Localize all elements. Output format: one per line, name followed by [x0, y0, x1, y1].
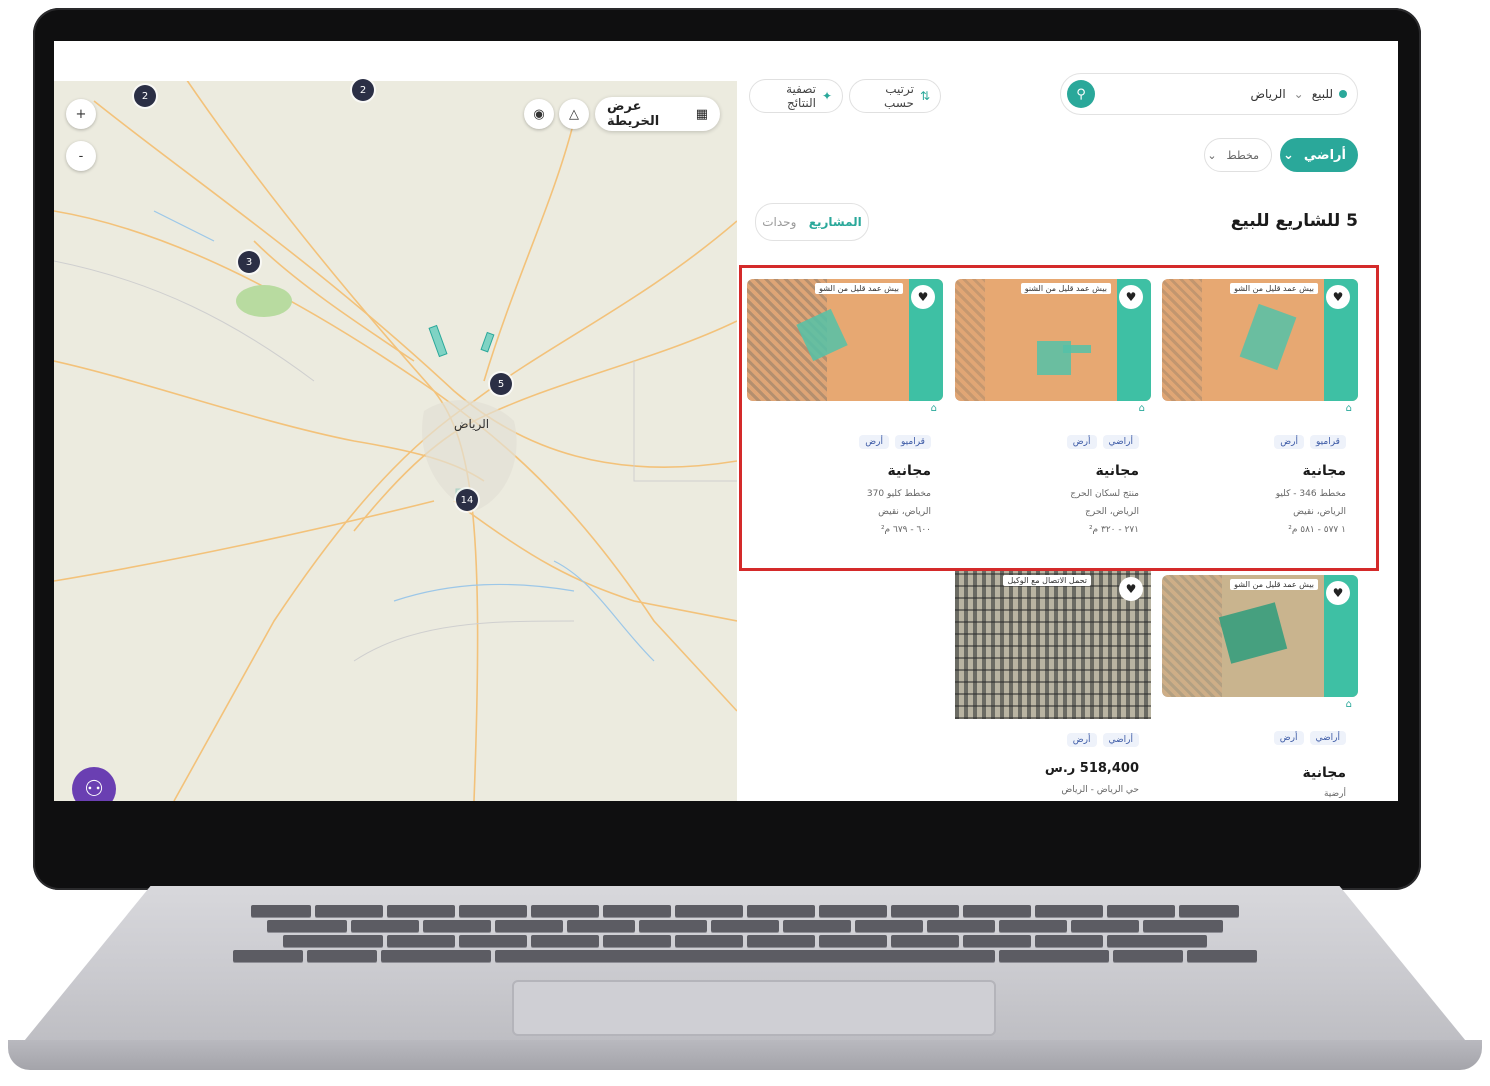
listing-location: الرياض، نقيض: [878, 507, 931, 517]
brand-logo-icon: ⌂: [1345, 403, 1352, 414]
locate-icon[interactable]: ◉: [524, 99, 554, 129]
type-chip[interactable]: أراضي ⌄: [1280, 138, 1358, 172]
zoom-in-button[interactable]: +: [66, 99, 96, 129]
listing-area: ١ ٥٧٧ - ٥٨١ م²: [1288, 525, 1346, 535]
listing-line: مخطط 346 - كليو: [1275, 489, 1346, 499]
map-view-toggle[interactable]: عرض الخريطة ▦: [595, 97, 720, 131]
listing-image: بيش عمد قليل من الشو ♥: [747, 279, 943, 401]
listing-tag: أراضي: [1309, 731, 1346, 745]
listing-price: 518,400 ر.س: [1044, 761, 1139, 776]
map-top-strip: [54, 61, 737, 81]
listing-panel: للبيع ⌄ الرياض ⚲ ⇅ ترتيب حسب ✦ تصفية الن…: [737, 41, 1398, 801]
listing-name: مجانية: [1302, 765, 1346, 781]
trackpad: [512, 980, 996, 1036]
sort-icon: ⇅: [919, 89, 930, 103]
chevron-down-icon: ⌄: [1207, 148, 1217, 162]
map-view-icon: ▦: [695, 106, 708, 122]
subtype-chip-label: مخطط: [1226, 148, 1259, 162]
type-chip-label: أراضي: [1303, 147, 1346, 163]
search-icon[interactable]: ⚲: [1067, 80, 1095, 108]
listing-tag: أرض: [859, 435, 890, 449]
listing-card[interactable]: بيش عمد قليل من الشو ♥ ⌂ أراضي أرض مجاني…: [1162, 575, 1358, 801]
listing-tag: أرض: [1066, 733, 1097, 747]
listing-location: الرياض، نقيض: [1293, 507, 1346, 517]
search-bar[interactable]: للبيع ⌄ الرياض ⚲: [1060, 73, 1358, 115]
listing-line: أرضية: [1323, 789, 1346, 799]
sort-label: ترتيب حسب: [884, 82, 914, 110]
purpose-select[interactable]: للبيع: [1312, 87, 1333, 101]
listing-image: تحمل الاتصال مع الوكيل ♥: [955, 571, 1151, 719]
listing-name: مجانية: [1095, 463, 1139, 479]
listing-card[interactable]: تحمل الاتصال مع الوكيل ♥ أراضي أرض 518,4…: [955, 571, 1151, 801]
map-cluster[interactable]: 5: [490, 373, 512, 395]
keyboard: [150, 905, 1340, 975]
listing-tag: قراميو: [895, 435, 931, 449]
sort-button[interactable]: ⇅ ترتيب حسب: [849, 79, 941, 113]
listing-tag: قراميو: [1310, 435, 1346, 449]
listing-image: بيش عمد قليل من الشو ♥: [1162, 575, 1358, 697]
listing-area: ٦٠٠ - ٦٧٩ م²: [880, 525, 931, 535]
chevron-down-icon: ⌄: [1282, 147, 1294, 163]
listing-card[interactable]: بيش عمد قليل من الشو ♥ ⌂ قراميو أرض مجان…: [747, 279, 943, 549]
listing-image: بيش عمد قليل من الشنو ♥: [955, 279, 1151, 401]
map-cluster[interactable]: 2: [352, 79, 374, 101]
listing-area: ٢٧١ - ٣٢٠ م²: [1088, 525, 1139, 535]
listing-banner: تحمل الاتصال مع الوكيل: [1003, 575, 1091, 586]
compass-icon[interactable]: △: [559, 99, 589, 129]
zoom-out-button[interactable]: -: [66, 141, 96, 171]
results-title: 5 للشاريع للبيع: [1230, 211, 1358, 231]
listing-location: حي الرياض - الرياض: [1061, 785, 1139, 795]
heart-icon[interactable]: ♥: [1119, 577, 1143, 601]
listing-card[interactable]: بيش عمد قليل من الشو ♥ ⌂ قراميو أرض مجان…: [1162, 279, 1358, 549]
subtype-chip[interactable]: مخطط ⌄: [1204, 138, 1272, 172]
heart-icon[interactable]: ♥: [1326, 581, 1350, 605]
tab-units[interactable]: وحدات: [762, 215, 796, 229]
listing-banner: بيش عمد قليل من الشو: [815, 283, 903, 294]
listing-name: مجانية: [887, 463, 931, 479]
filter-button[interactable]: ✦ تصفية النتائج: [749, 79, 843, 113]
projects-units-toggle[interactable]: المشاريع وحدات: [755, 203, 869, 241]
filter-label: تصفية النتائج: [786, 82, 816, 110]
heart-icon[interactable]: ♥: [911, 285, 935, 309]
map-cluster[interactable]: 2: [134, 85, 156, 107]
screen: + - ◉ △ عرض الخريطة ▦ 2 2 3 5 14 الرياض …: [54, 41, 1398, 801]
listing-tag: أرض: [1066, 435, 1097, 449]
city-select[interactable]: الرياض: [1251, 87, 1286, 101]
listing-banner: بيش عمد قليل من الشو: [1230, 579, 1318, 590]
listing-card[interactable]: بيش عمد قليل من الشنو ♥ ⌂ أراضي أرض مجان…: [955, 279, 1151, 549]
map-cluster[interactable]: 14: [456, 489, 478, 511]
heart-icon[interactable]: ♥: [1119, 285, 1143, 309]
purpose-dot-icon: [1339, 90, 1347, 98]
tab-projects[interactable]: المشاريع: [809, 215, 862, 229]
listing-location: الرياض، الحرج: [1085, 507, 1139, 517]
heart-icon[interactable]: ♥: [1326, 285, 1350, 309]
map[interactable]: + - ◉ △ عرض الخريطة ▦ 2 2 3 5 14 الرياض …: [54, 61, 737, 801]
listing-tag: أرض: [1273, 731, 1304, 745]
map-cluster[interactable]: 3: [238, 251, 260, 273]
map-view-label: عرض الخريطة: [607, 99, 660, 129]
listing-tag: أراضي: [1102, 733, 1139, 747]
listing-tag: أرض: [1274, 435, 1305, 449]
brand-logo-icon: ⌂: [1345, 699, 1352, 710]
listing-tag: أراضي: [1102, 435, 1139, 449]
listing-banner: بيش عمد قليل من الشنو: [1020, 283, 1111, 294]
listing-line: مخطط كليو 370: [866, 489, 931, 499]
map-roads: [54, 61, 737, 801]
chevron-down-icon: ⌄: [1293, 87, 1304, 101]
listing-name: مجانية: [1302, 463, 1346, 479]
brand-logo-icon: ⌂: [930, 403, 937, 414]
brand-logo-icon: ⌂: [1138, 403, 1145, 414]
filter-icon: ✦: [821, 89, 832, 103]
laptop-lip: [8, 1040, 1482, 1070]
listing-image: بيش عمد قليل من الشو ♥: [1162, 279, 1358, 401]
map-city-label: الرياض: [454, 417, 490, 431]
listing-banner: بيش عمد قليل من الشو: [1230, 283, 1318, 294]
listing-line: منتج لسكان الحرج: [1070, 489, 1139, 499]
